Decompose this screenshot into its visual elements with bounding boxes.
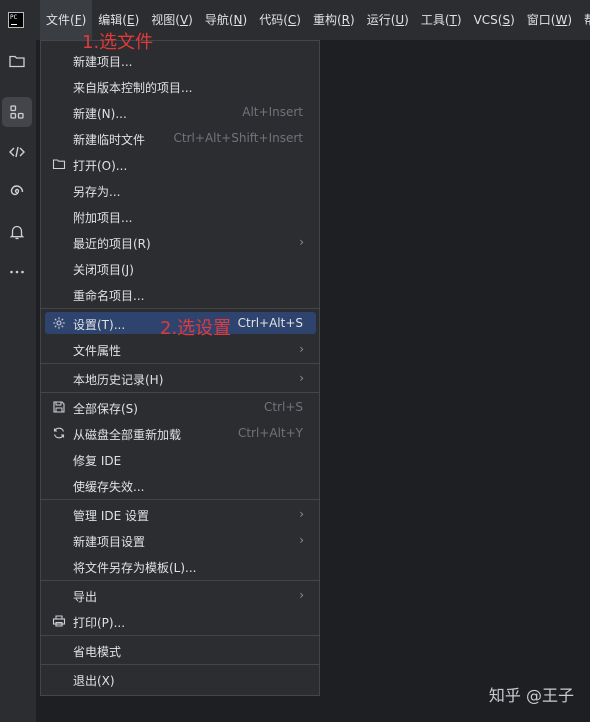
menu-item-new[interactable]: 新建(N)... Alt+Insert	[45, 101, 316, 123]
menu-help[interactable]: 帮助	[578, 0, 590, 40]
menu-item-label: 修复 IDE	[73, 454, 122, 468]
annotation-step1: 1.选文件	[82, 32, 154, 53]
menu-item-label: 新建项目...	[73, 55, 133, 69]
menu-item-project-from-vcs[interactable]: 来自版本控制的项目...	[45, 75, 316, 97]
project-tool-button[interactable]	[2, 46, 32, 76]
menu-item-label: 打开(O)...	[73, 159, 128, 173]
menu-item-label: 文件属性	[73, 344, 122, 358]
more-tools-button[interactable]	[2, 257, 32, 287]
code-icon	[9, 146, 25, 158]
tool-window-strip	[0, 40, 37, 722]
menu-item-shortcut: Ctrl+S	[263, 400, 303, 414]
menu-item-shortcut: Alt+Insert	[242, 105, 303, 119]
menu-item-invalidate-caches[interactable]: 使缓存失效...	[45, 474, 316, 496]
menu-vcs[interactable]: VCS(S)	[468, 0, 521, 40]
menu-item-save-all[interactable]: 全部保存(S) Ctrl+S	[45, 396, 316, 418]
menu-item-label: 省电模式	[73, 645, 122, 659]
structure-icon	[10, 105, 24, 119]
menu-separator	[41, 363, 319, 364]
menu-refactor[interactable]: 重构(R)	[307, 0, 361, 40]
menu-item-file-properties[interactable]: 文件属性 ›	[45, 338, 316, 360]
menu-window[interactable]: 窗口(W)	[521, 0, 578, 40]
menu-view[interactable]: 视图(V)	[145, 0, 199, 40]
menu-separator	[41, 392, 319, 393]
menu-item-save-as[interactable]: 另存为...	[45, 179, 316, 201]
annotation-step2: 2.选设置	[160, 318, 232, 339]
menu-item-save-file-as-template[interactable]: 将文件另存为模板(L)...	[45, 555, 316, 577]
menu-item-label: 新建(N)...	[73, 107, 127, 121]
menu-item-new-project-settings[interactable]: 新建项目设置 ›	[45, 529, 316, 551]
print-icon	[51, 613, 67, 629]
chevron-right-icon: ›	[299, 371, 304, 385]
reload-icon	[51, 425, 67, 441]
ai-assistant-tool-button[interactable]	[2, 177, 32, 207]
menu-item-label: 导出	[73, 590, 98, 604]
menu-tools[interactable]: 工具(T)	[415, 0, 468, 40]
menu-separator	[41, 580, 319, 581]
menu-separator	[41, 635, 319, 636]
menu-item-label: 本地历史记录(H)	[73, 373, 164, 387]
menu-item-attach-project[interactable]: 附加项目...	[45, 205, 316, 227]
watermark: 知乎 @王子	[488, 686, 574, 705]
bell-icon	[9, 225, 25, 240]
menu-item-label: 附加项目...	[73, 211, 133, 225]
menu-navigate[interactable]: 导航(N)	[199, 0, 253, 40]
file-menu-dropdown: 新建项目... 来自版本控制的项目... 新建(N)... Alt+Insert…	[40, 40, 320, 696]
menu-item-label: 新建临时文件	[73, 133, 146, 147]
menu-separator	[41, 664, 319, 665]
chevron-right-icon: ›	[299, 235, 304, 249]
menu-item-manage-ide-settings[interactable]: 管理 IDE 设置 ›	[45, 503, 316, 525]
gear-icon	[51, 315, 67, 331]
folder-icon	[51, 156, 67, 172]
menu-item-shortcut: Ctrl+Alt+Shift+Insert	[173, 131, 303, 145]
menu-item-export[interactable]: 导出 ›	[45, 584, 316, 606]
menu-item-exit[interactable]: 退出(X)	[45, 668, 316, 690]
menu-item-local-history[interactable]: 本地历史记录(H) ›	[45, 367, 316, 389]
chevron-right-icon: ›	[299, 342, 304, 356]
chevron-right-icon: ›	[299, 507, 304, 521]
chevron-right-icon: ›	[299, 588, 304, 602]
menu-item-label: 重命名项目...	[73, 289, 145, 303]
menu-item-label: 使缓存失效...	[73, 480, 145, 494]
menu-item-label: 最近的项目(R)	[73, 237, 151, 251]
menu-code[interactable]: 代码(C)	[253, 0, 307, 40]
menu-item-new-scratch-file[interactable]: 新建临时文件 Ctrl+Alt+Shift+Insert	[45, 127, 316, 149]
menu-item-rename-project[interactable]: 重命名项目...	[45, 283, 316, 305]
menu-item-label: 另存为...	[73, 185, 121, 199]
code-tool-button[interactable]	[2, 137, 32, 167]
menu-item-label: 关闭项目(J)	[73, 263, 134, 277]
menu-item-repair-ide[interactable]: 修复 IDE	[45, 448, 316, 470]
menu-item-shortcut: Ctrl+Alt+S	[237, 316, 303, 330]
notifications-tool-button[interactable]	[2, 217, 32, 247]
app-logo: PC	[8, 12, 24, 28]
menu-item-label: 全部保存(S)	[73, 402, 138, 416]
menu-item-print[interactable]: 打印(P)...	[45, 610, 316, 632]
menu-item-label: 来自版本控制的项目...	[73, 81, 193, 95]
structure-tool-button[interactable]	[2, 97, 32, 127]
menu-item-label: 打印(P)...	[73, 616, 126, 630]
menu-item-label: 设置(T)...	[73, 318, 126, 332]
menu-item-close-project[interactable]: 关闭项目(J)	[45, 257, 316, 279]
menu-separator	[41, 308, 319, 309]
menu-item-label: 退出(X)	[73, 674, 115, 688]
menu-item-label: 将文件另存为模板(L)...	[73, 561, 197, 575]
more-icon	[10, 270, 24, 274]
chevron-right-icon: ›	[299, 533, 304, 547]
menu-item-label: 管理 IDE 设置	[73, 509, 149, 523]
menu-run[interactable]: 运行(U)	[361, 0, 415, 40]
spiral-icon	[10, 185, 24, 196]
menu-item-label: 从磁盘全部重新加载	[73, 428, 182, 442]
folder-icon	[9, 55, 25, 68]
menu-item-shortcut: Ctrl+Alt+Y	[237, 426, 303, 440]
menu-item-power-save-mode[interactable]: 省电模式	[45, 639, 316, 661]
save-icon	[51, 399, 67, 415]
menu-separator	[41, 499, 319, 500]
menu-item-recent-projects[interactable]: 最近的项目(R) ›	[45, 231, 316, 253]
menu-item-label: 新建项目设置	[73, 535, 146, 549]
menu-item-open[interactable]: 打开(O)...	[45, 153, 316, 175]
menu-item-reload-all-from-disk[interactable]: 从磁盘全部重新加载 Ctrl+Alt+Y	[45, 422, 316, 444]
